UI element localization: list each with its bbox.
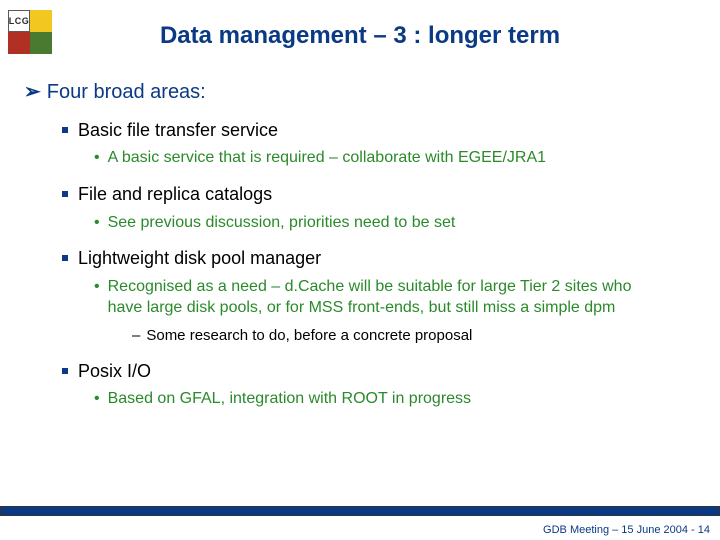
footer-bar bbox=[0, 506, 720, 516]
square-icon bbox=[62, 368, 68, 374]
bullet-l2: Basic file transfer service bbox=[62, 119, 696, 142]
square-icon bbox=[62, 127, 68, 133]
bullet-l3: • Recognised as a need – d.Cache will be… bbox=[94, 277, 696, 319]
bullet-l1: ➢ Four broad areas: bbox=[24, 80, 696, 105]
bullet-l4-text: Some research to do, before a concrete p… bbox=[146, 326, 472, 346]
dot-icon: • bbox=[94, 277, 100, 298]
bullet-l3-text: See previous discussion, priorities need… bbox=[108, 213, 456, 234]
bullet-l2: Lightweight disk pool manager bbox=[62, 247, 696, 270]
slide-title: Data management – 3 : longer term bbox=[0, 22, 720, 50]
bullet-l2-text: Lightweight disk pool manager bbox=[78, 247, 321, 270]
square-icon bbox=[62, 255, 68, 261]
bullet-l4: – Some research to do, before a concrete… bbox=[132, 326, 696, 346]
bullet-l3-text: A basic service that is required – colla… bbox=[108, 148, 546, 169]
bullet-l3: • See previous discussion, priorities ne… bbox=[94, 213, 696, 234]
bullet-l2-text: File and replica catalogs bbox=[78, 183, 272, 206]
dot-icon: • bbox=[94, 389, 100, 410]
bullet-l3: • A basic service that is required – col… bbox=[94, 148, 696, 169]
bullet-l3: • Based on GFAL, integration with ROOT i… bbox=[94, 389, 696, 410]
bullet-l1-text: Four broad areas: bbox=[47, 80, 206, 105]
bullet-l2: Posix I/O bbox=[62, 360, 696, 383]
dot-icon: • bbox=[94, 213, 100, 234]
square-icon bbox=[62, 191, 68, 197]
bullet-l2-text: Basic file transfer service bbox=[78, 119, 278, 142]
bullet-l2: File and replica catalogs bbox=[62, 183, 696, 206]
bullet-l3-text: Recognised as a need – d.Cache will be s… bbox=[108, 277, 668, 319]
footer-text: GDB Meeting – 15 June 2004 - 14 bbox=[543, 524, 710, 536]
dot-icon: • bbox=[94, 148, 100, 169]
slide-body: ➢ Four broad areas: Basic file transfer … bbox=[24, 70, 696, 410]
dash-icon: – bbox=[132, 326, 140, 346]
arrow-icon: ➢ bbox=[24, 80, 41, 104]
bullet-l3-text: Based on GFAL, integration with ROOT in … bbox=[108, 389, 471, 410]
bullet-l2-text: Posix I/O bbox=[78, 360, 151, 383]
